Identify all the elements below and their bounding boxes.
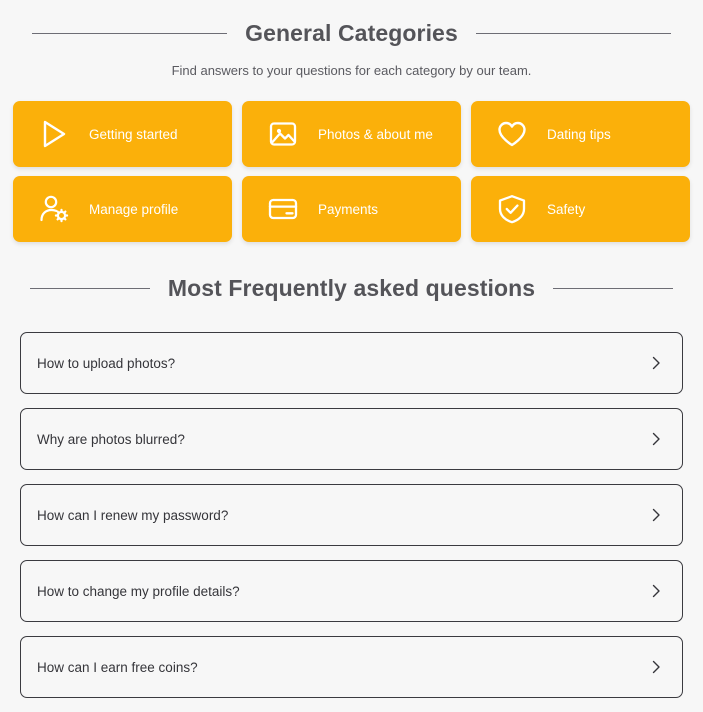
image-icon	[266, 117, 300, 151]
chevron-right-icon[interactable]	[649, 506, 663, 524]
faq-question: How can I earn free coins?	[37, 659, 198, 675]
category-tile-photos-about-me[interactable]: Photos & about me	[242, 101, 461, 167]
category-tile-label: Photos & about me	[318, 126, 433, 142]
category-tile-label: Manage profile	[89, 201, 179, 217]
shield-check-icon	[495, 192, 529, 226]
faq-item[interactable]: How can I earn free coins?	[20, 636, 683, 698]
category-tile-label: Dating tips	[547, 126, 611, 142]
category-tile-label: Payments	[318, 201, 379, 217]
credit-card-icon	[266, 192, 300, 226]
heart-icon	[495, 117, 529, 151]
faq-item[interactable]: Why are photos blurred?	[20, 408, 683, 470]
category-tile-safety[interactable]: Safety	[471, 176, 690, 242]
heading-rule-left	[32, 33, 228, 34]
faq-heading-rule-left	[30, 288, 150, 289]
faq-item[interactable]: How can I renew my password?	[20, 484, 683, 546]
faq-question: Why are photos blurred?	[37, 431, 185, 447]
faq-item[interactable]: How to change my profile details?	[20, 560, 683, 622]
category-tile-manage-profile[interactable]: Manage profile	[13, 176, 232, 242]
faq-question: How can I renew my password?	[37, 507, 229, 523]
general-categories-heading: General Categories	[0, 0, 703, 47]
category-tile-getting-started[interactable]: Getting started	[13, 101, 232, 167]
category-tile-dating-tips[interactable]: Dating tips	[471, 101, 690, 167]
chevron-right-icon[interactable]	[649, 430, 663, 448]
page-subtitle: Find answers to your questions for each …	[171, 63, 532, 78]
faq-question: How to upload photos?	[37, 355, 176, 371]
category-tile-grid: Getting started Photos & about me Dating…	[13, 101, 690, 242]
category-tile-payments[interactable]: Payments	[242, 176, 461, 242]
chevron-right-icon[interactable]	[649, 582, 663, 600]
chevron-right-icon[interactable]	[649, 658, 663, 676]
faq-question: How to change my profile details?	[37, 583, 240, 599]
help-center-page: General Categories Find answers to your …	[0, 0, 703, 712]
faq-heading: Most Frequently asked questions	[0, 275, 703, 302]
page-title: General Categories	[245, 20, 458, 46]
faq-list: How to upload photos? Why are photos blu…	[20, 332, 683, 698]
chevron-right-icon[interactable]	[649, 354, 663, 372]
category-tile-label: Safety	[547, 201, 586, 217]
user-gear-icon	[37, 192, 71, 226]
faq-title: Most Frequently asked questions	[167, 275, 536, 301]
category-tile-label: Getting started	[89, 126, 178, 142]
play-icon	[37, 117, 71, 151]
heading-rule-right	[475, 33, 671, 34]
faq-item[interactable]: How to upload photos?	[20, 332, 683, 394]
faq-heading-rule-right	[553, 288, 673, 289]
